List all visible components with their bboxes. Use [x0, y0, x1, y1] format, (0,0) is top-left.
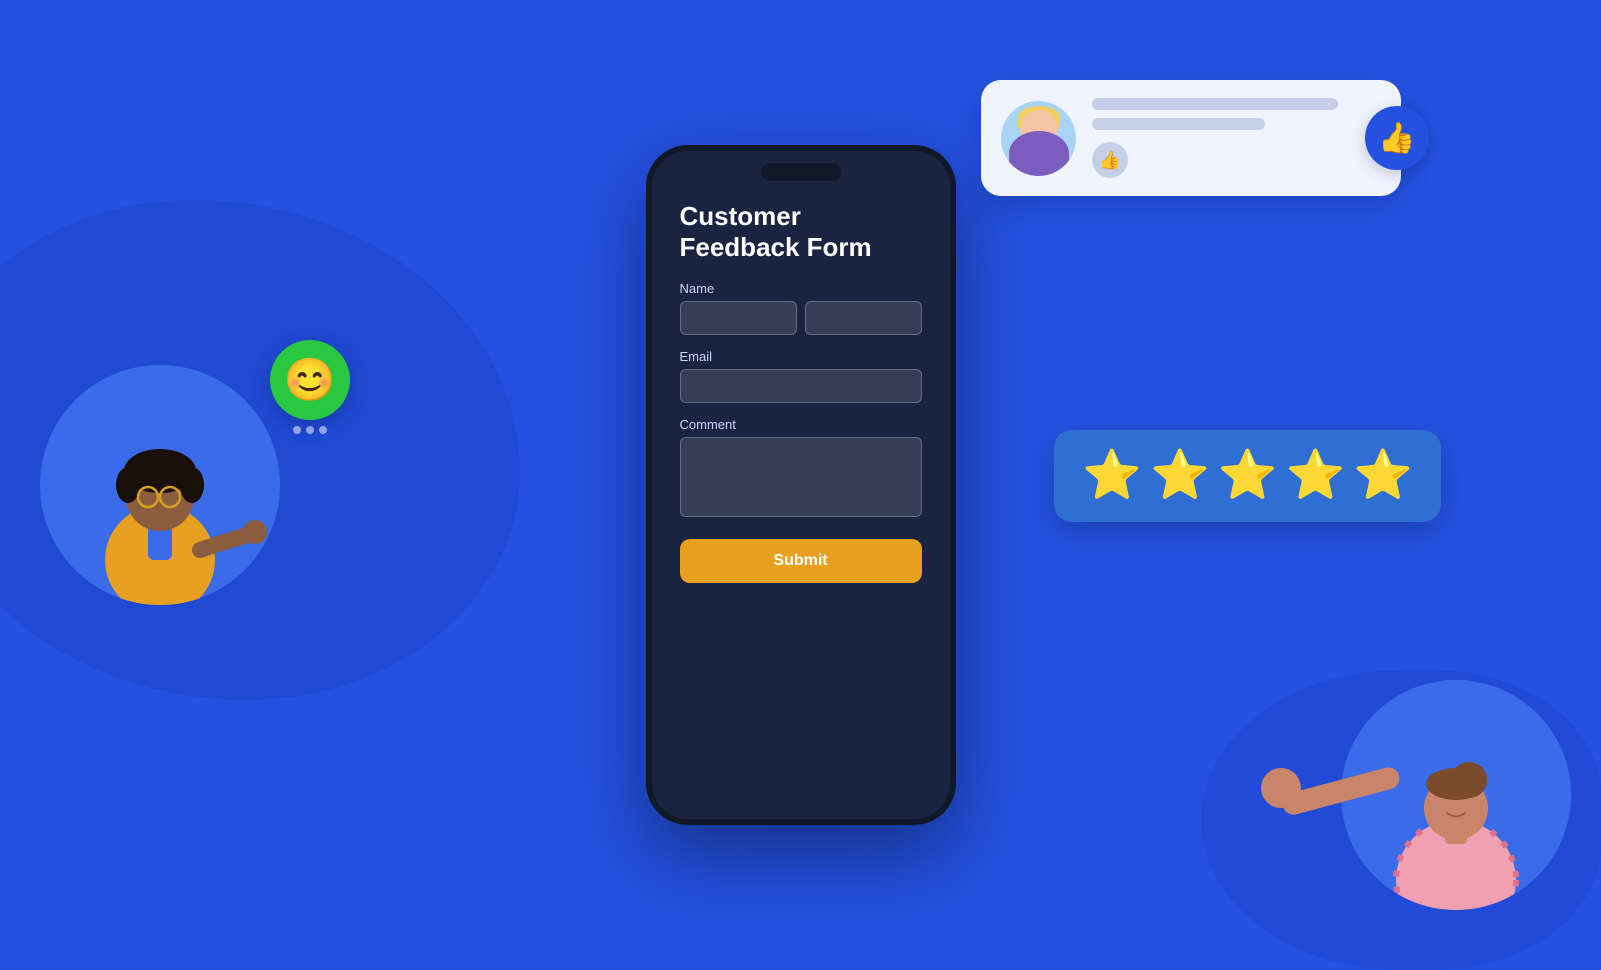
thought-bubble-dots — [270, 426, 350, 434]
comment-label: Comment — [680, 417, 922, 432]
right-person-svg — [1341, 680, 1571, 910]
profile-line-2 — [1092, 118, 1265, 130]
profile-line-1 — [1092, 98, 1338, 110]
profile-info: 👍 — [1092, 98, 1381, 178]
phone-mockup: Customer Feedback Form Name Email Commen… — [646, 145, 956, 825]
big-thumbs-up-icon: 👍 — [1365, 106, 1429, 170]
right-person-hand — [1261, 768, 1301, 808]
bubble-dot-1 — [293, 426, 301, 434]
name-input-row — [680, 301, 922, 335]
email-input[interactable] — [680, 369, 922, 403]
right-person-circle — [1341, 680, 1571, 910]
comment-textarea[interactable] — [680, 437, 922, 517]
phone-form-content: Customer Feedback Form Name Email Commen… — [680, 201, 922, 789]
profile-thumb-icon: 👍 — [1092, 142, 1128, 178]
right-person-illustration — [1341, 680, 1571, 910]
name-label: Name — [680, 281, 922, 296]
name-field-group: Name — [680, 281, 922, 335]
bubble-dot-2 — [306, 426, 314, 434]
first-name-input[interactable] — [680, 301, 797, 335]
form-title: Customer Feedback Form — [680, 201, 922, 263]
star-4: ⭐ — [1285, 452, 1345, 500]
comment-field-group: Comment — [680, 417, 922, 517]
email-field-group: Email — [680, 349, 922, 403]
left-person-circle — [40, 365, 280, 605]
star-2: ⭐ — [1150, 452, 1210, 500]
star-5: ⭐ — [1353, 452, 1413, 500]
bubble-dot-3 — [319, 426, 327, 434]
profile-card: 👍 👍 — [981, 80, 1401, 196]
profile-avatar — [1001, 101, 1076, 176]
left-person-illustration — [40, 365, 280, 605]
emoji-thought-bubble: 😊 — [270, 340, 350, 434]
avatar-body — [1009, 131, 1069, 176]
phone-notch — [761, 163, 841, 181]
star-1: ⭐ — [1082, 452, 1142, 500]
last-name-input[interactable] — [805, 301, 922, 335]
submit-button[interactable]: Submit — [680, 539, 922, 583]
left-person-svg — [40, 365, 280, 605]
smiley-face-icon: 😊 — [270, 340, 350, 420]
email-label: Email — [680, 349, 922, 364]
star-3: ⭐ — [1218, 452, 1278, 500]
stars-rating-card: ⭐ ⭐ ⭐ ⭐ ⭐ — [1054, 430, 1441, 522]
